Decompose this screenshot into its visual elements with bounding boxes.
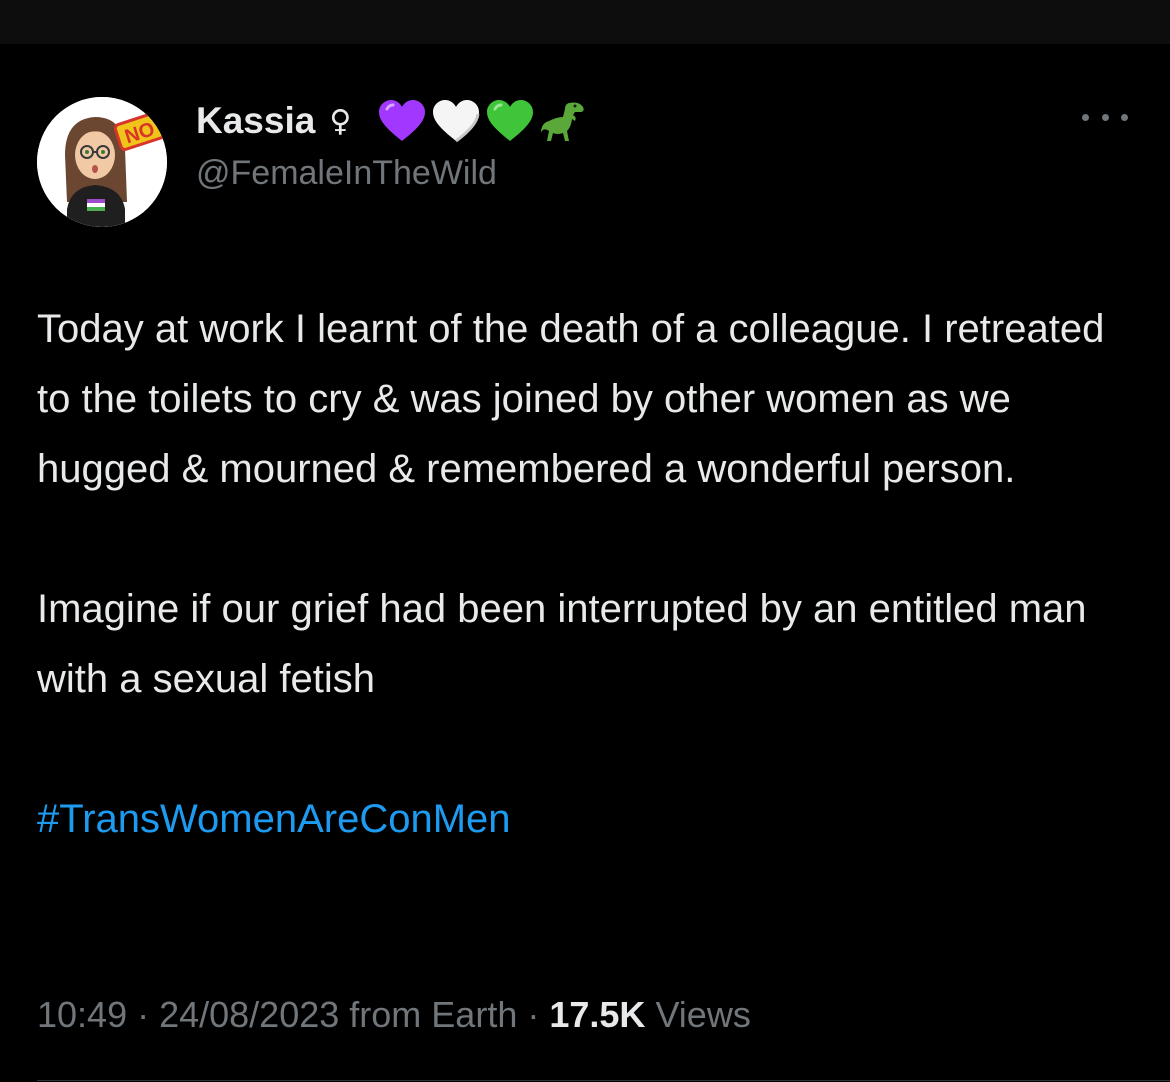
tweet-paragraph: Today at work I learnt of the death of a…	[37, 307, 1105, 491]
avatar-bitmoji-icon: NO	[37, 97, 167, 227]
more-dot-icon	[1121, 113, 1128, 121]
top-status-bar	[0, 0, 1170, 44]
green-heart-icon	[485, 99, 535, 143]
views-count[interactable]: 17.5K	[549, 994, 645, 1035]
female-symbol-icon: ♀	[329, 103, 352, 139]
views-label[interactable]: Views	[655, 994, 750, 1035]
more-dot-icon	[1082, 113, 1089, 121]
author-name-row: Kassia ♀	[196, 99, 593, 143]
tweet-source: from Earth	[349, 994, 518, 1035]
avatar[interactable]: NO	[37, 97, 167, 227]
tweet-text: Today at work I learnt of the death of a…	[37, 294, 1137, 854]
tweet-date[interactable]: 24/08/2023	[159, 994, 339, 1035]
t-rex-icon	[539, 99, 589, 143]
more-dot-icon	[1101, 113, 1109, 121]
meta-separator: ·	[517, 994, 550, 1035]
white-heart-icon	[431, 99, 481, 143]
hashtag-link[interactable]: #TransWomenAreConMen	[37, 797, 511, 841]
tweet-card: NO Kassia ♀ @FemaleInTheWild Today at wo…	[0, 44, 1170, 1082]
more-options-button[interactable]	[1082, 104, 1128, 130]
divider	[37, 1080, 1170, 1081]
tweet-meta: 10:49 · 24/08/2023 from Earth · 17.5K Vi…	[37, 994, 751, 1036]
author-handle[interactable]: @FemaleInTheWild	[196, 154, 497, 193]
purple-heart-icon	[377, 99, 427, 143]
tweet-time[interactable]: 10:49	[37, 994, 127, 1035]
meta-separator: ·	[127, 994, 160, 1035]
author-display-name[interactable]: Kassia	[196, 100, 315, 142]
tweet-paragraph: Imagine if our grief had been interrupte…	[37, 587, 1087, 701]
